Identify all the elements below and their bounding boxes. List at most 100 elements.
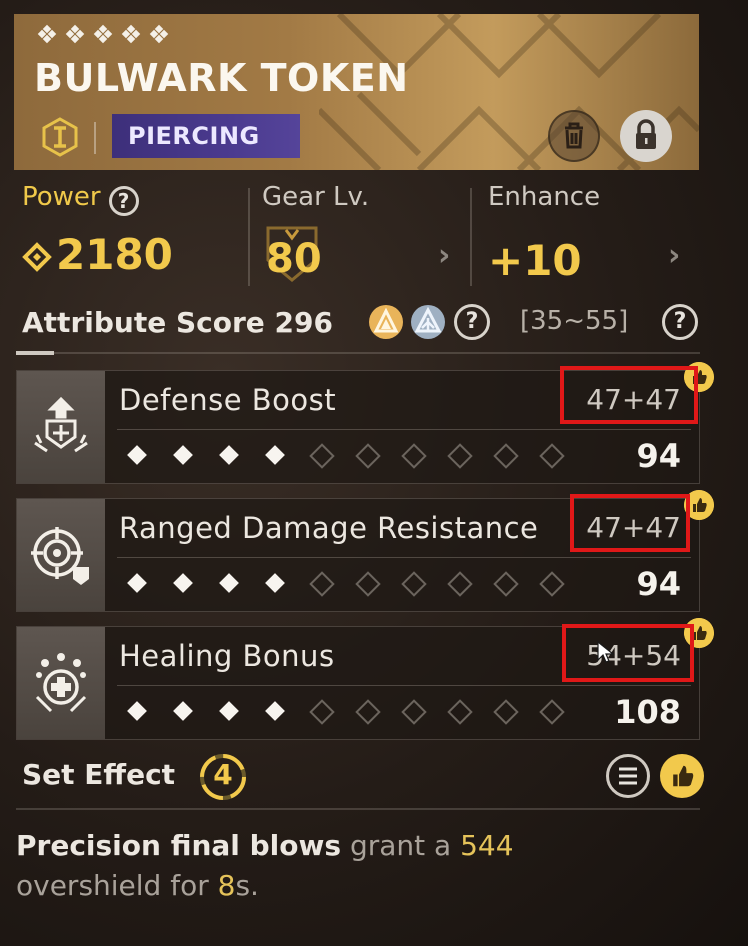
ranged-resistance-icon	[31, 527, 89, 585]
perk-pips	[123, 569, 565, 597]
perk-name: Defense Boost	[119, 383, 337, 417]
attribute-range: [35~55]	[520, 306, 629, 336]
list-icon	[619, 767, 637, 785]
pip-filled	[169, 569, 197, 597]
perk-icon-frame	[17, 499, 105, 611]
perk-name: Ranged Damage Resistance	[119, 511, 539, 545]
gear-chevron-icon: ›	[438, 238, 451, 273]
rarity-diamond-icon	[36, 24, 58, 46]
gear-level-stat[interactable]: Gear Lv. 80 ›	[262, 182, 468, 290]
dismantle-button[interactable]	[548, 110, 600, 162]
rarity-diamond-icon	[120, 24, 142, 46]
pip-empty	[399, 697, 427, 725]
set-thumbs-up-button[interactable]	[660, 754, 704, 798]
defense-boost-icon	[34, 396, 88, 453]
enhance-chevron-icon: ›	[668, 238, 681, 273]
lock-icon	[636, 119, 656, 149]
pip-empty	[537, 441, 565, 469]
attribute-divider-highlight	[16, 351, 54, 355]
power-stat: Power? 2180	[22, 182, 250, 290]
perk-total-value: 108	[614, 693, 681, 731]
set-details-button[interactable]	[606, 754, 650, 798]
set-effect-row: Set Effect 4	[22, 752, 704, 802]
pip-filled	[123, 697, 151, 725]
pip-empty	[353, 441, 381, 469]
pip-empty	[537, 569, 565, 597]
stat-divider	[470, 188, 472, 286]
set-effect-divider	[16, 808, 700, 810]
perk-total-value: 94	[636, 565, 681, 603]
roman-one-icon	[42, 117, 78, 157]
perk-total-value: 94	[636, 437, 681, 475]
pip-filled	[169, 697, 197, 725]
pip-empty	[399, 441, 427, 469]
rarity-indicator	[36, 24, 170, 46]
type-badge: PIERCING	[112, 114, 300, 158]
perk-icon-frame	[17, 371, 105, 483]
power-help-icon[interactable]: ?	[108, 185, 139, 216]
set-count-value: 4	[213, 758, 233, 791]
pip-empty	[307, 697, 335, 725]
pip-filled	[261, 441, 289, 469]
thumbs-up-icon	[673, 765, 694, 787]
perk-name: Healing Bonus	[119, 639, 335, 673]
pip-filled	[123, 569, 151, 597]
power-diamond-icon	[22, 242, 52, 272]
power-value: 2180	[22, 230, 250, 279]
attribute-help-icon[interactable]: ?	[454, 304, 490, 340]
attribute-gold-icon[interactable]	[368, 304, 404, 340]
pip-filled	[169, 441, 197, 469]
pip-empty	[445, 441, 473, 469]
gear-level-label: Gear Lv.	[262, 182, 370, 212]
gear-level-value: 80	[266, 236, 322, 282]
set-effect-description: Precision final blows grant a 544 oversh…	[16, 829, 514, 902]
perk-pips	[123, 441, 565, 469]
perk-icon-frame	[17, 627, 105, 739]
attribute-silver-icon[interactable]	[410, 304, 446, 340]
pip-filled	[261, 697, 289, 725]
pip-empty	[491, 569, 519, 597]
perk-pips	[123, 697, 565, 725]
attribute-score-row: Attribute Score 296 ? [35~55] ?	[22, 300, 702, 348]
stats-row: Power? 2180 Gear Lv. 80 › Enhance +10 ›	[14, 182, 699, 290]
stat-divider	[248, 188, 250, 286]
pip-empty	[353, 569, 381, 597]
pip-filled	[215, 697, 243, 725]
perk-divider	[117, 429, 691, 430]
pip-filled	[215, 569, 243, 597]
pip-empty	[445, 569, 473, 597]
pip-empty	[445, 697, 473, 725]
healing-bonus-icon	[35, 653, 87, 713]
pip-filled	[123, 441, 151, 469]
pip-empty	[491, 697, 519, 725]
pip-empty	[307, 569, 335, 597]
enhance-label: Enhance	[488, 182, 601, 212]
attribute-score-label: Attribute Score 296	[22, 306, 333, 339]
rarity-diamond-icon	[64, 24, 86, 46]
trash-icon	[565, 122, 583, 149]
cursor-icon	[597, 640, 615, 663]
lock-button[interactable]	[620, 110, 672, 162]
header-divider	[94, 122, 96, 154]
enhance-value: +10	[488, 236, 582, 285]
pip-filled	[261, 569, 289, 597]
pip-empty	[307, 441, 335, 469]
rarity-diamond-icon	[148, 24, 170, 46]
pip-empty	[399, 569, 427, 597]
perk-divider	[117, 557, 691, 558]
perk-divider	[117, 685, 691, 686]
item-name: BULWARK TOKEN	[34, 56, 409, 100]
range-help-icon[interactable]: ?	[662, 304, 698, 340]
enhance-stat[interactable]: Enhance +10 ›	[488, 182, 699, 290]
pip-empty	[537, 697, 565, 725]
pip-empty	[353, 697, 381, 725]
rarity-diamond-icon	[92, 24, 114, 46]
attribute-divider	[16, 352, 700, 354]
highlight-box	[560, 366, 698, 424]
power-label: Power	[22, 182, 101, 212]
pip-empty	[491, 441, 519, 469]
set-effect-label: Set Effect	[22, 758, 176, 791]
highlight-box	[570, 494, 690, 552]
highlight-box	[562, 624, 694, 682]
pip-filled	[215, 441, 243, 469]
